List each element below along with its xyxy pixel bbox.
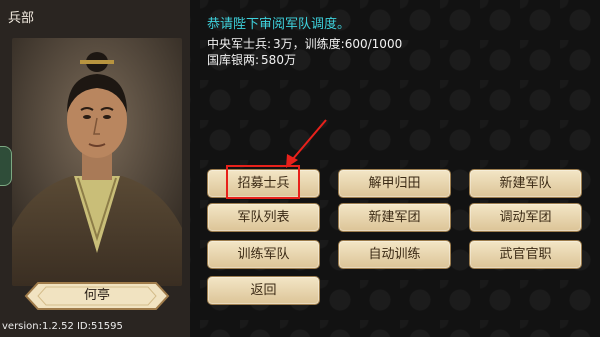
annotation-arrow (286, 119, 327, 168)
